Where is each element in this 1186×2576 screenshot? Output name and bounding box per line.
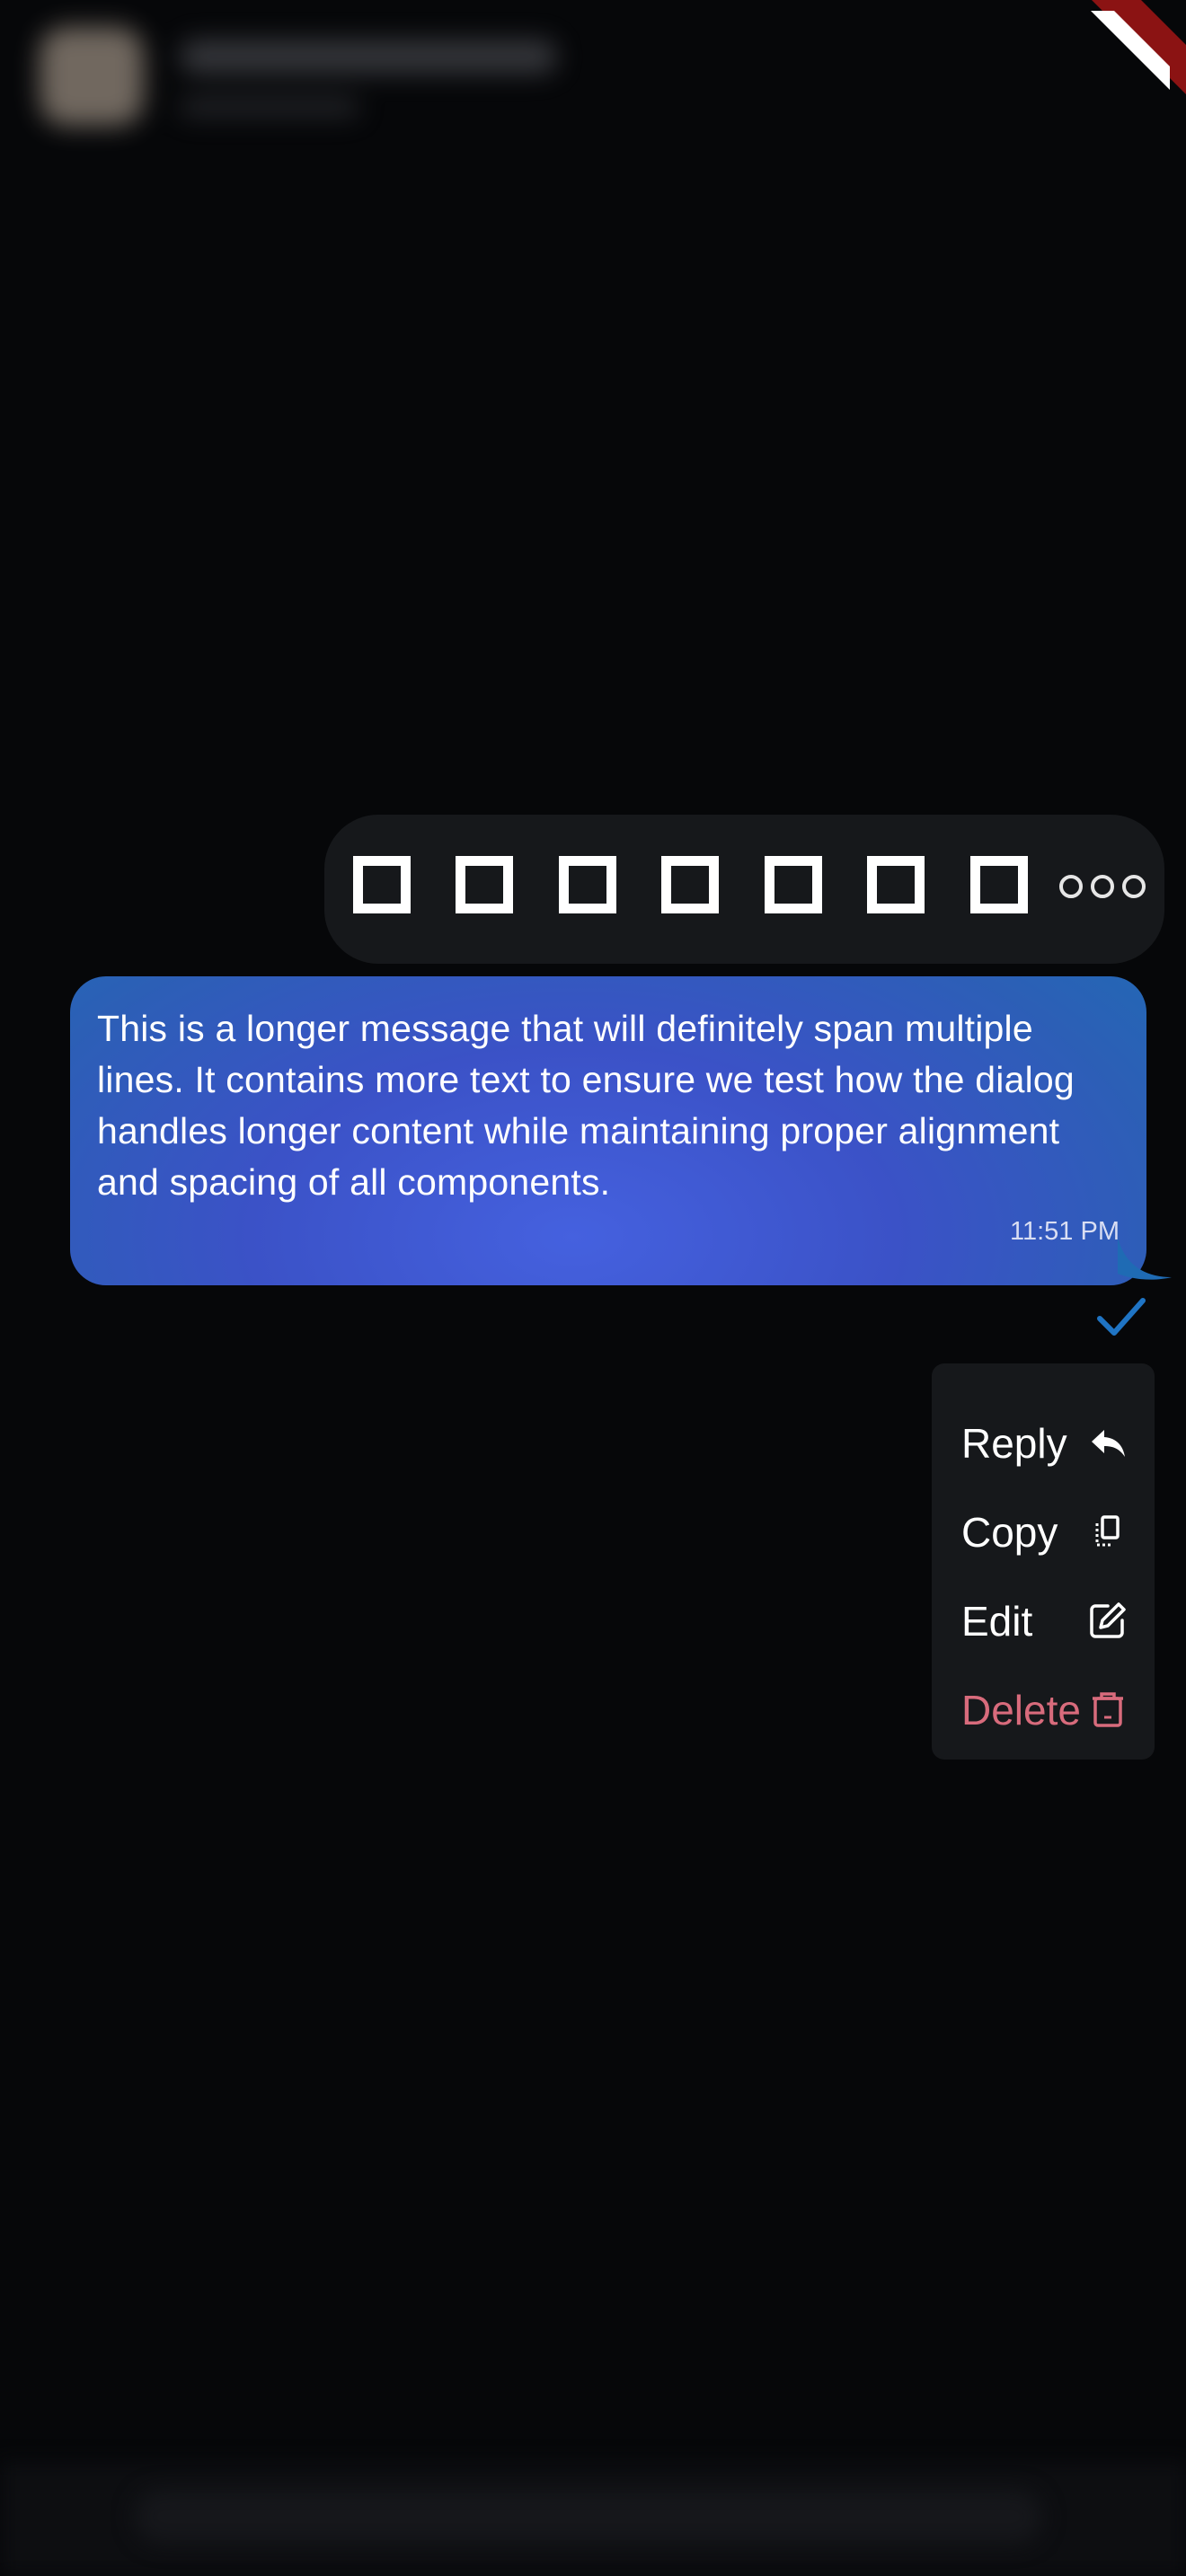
- debug-banner: [1006, 0, 1186, 180]
- reaction-bar: [324, 815, 1164, 964]
- menu-item-label: Delete: [961, 1687, 1081, 1734]
- reaction-button-7[interactable]: [970, 856, 1028, 913]
- bubble-tail: [1118, 1238, 1172, 1280]
- message-text: This is a longer message that will defin…: [97, 1008, 1075, 1203]
- message-timestamp: 11:51 PM: [1010, 1217, 1120, 1246]
- reaction-button-5[interactable]: [765, 856, 822, 913]
- blurred-message-input: [135, 2490, 1042, 2544]
- menu-item-delete[interactable]: Delete: [932, 1670, 1155, 1745]
- edit-icon: [1090, 1602, 1126, 1638]
- debug-banner-ribbon: [1091, 0, 1186, 94]
- more-horizontal-icon[interactable]: [1059, 869, 1146, 904]
- check-icon: [1097, 1298, 1146, 1336]
- reply-icon: [1092, 1430, 1125, 1457]
- reaction-button-1[interactable]: [353, 856, 411, 913]
- message-bubble: This is a longer message that will defin…: [70, 976, 1146, 1285]
- menu-item-label: Edit: [961, 1598, 1033, 1645]
- copy-icon: [1095, 1515, 1120, 1547]
- blurred-contact-status: [180, 97, 359, 117]
- reaction-button-3[interactable]: [559, 856, 616, 913]
- menu-item-edit[interactable]: Edit: [932, 1581, 1155, 1656]
- avatar: [40, 27, 144, 126]
- menu-item-label: Reply: [961, 1420, 1067, 1467]
- menu-item-label: Copy: [961, 1509, 1058, 1556]
- reaction-button-4[interactable]: [661, 856, 719, 913]
- blurred-contact-name: [180, 40, 557, 74]
- trash-icon: [1093, 1692, 1123, 1727]
- menu-item-reply[interactable]: Reply: [932, 1403, 1155, 1478]
- reaction-button-6[interactable]: [867, 856, 925, 913]
- reaction-button-2[interactable]: [456, 856, 513, 913]
- menu-item-copy[interactable]: Copy: [932, 1492, 1155, 1567]
- message-context-menu: Reply Copy Edit Delete: [932, 1363, 1155, 1760]
